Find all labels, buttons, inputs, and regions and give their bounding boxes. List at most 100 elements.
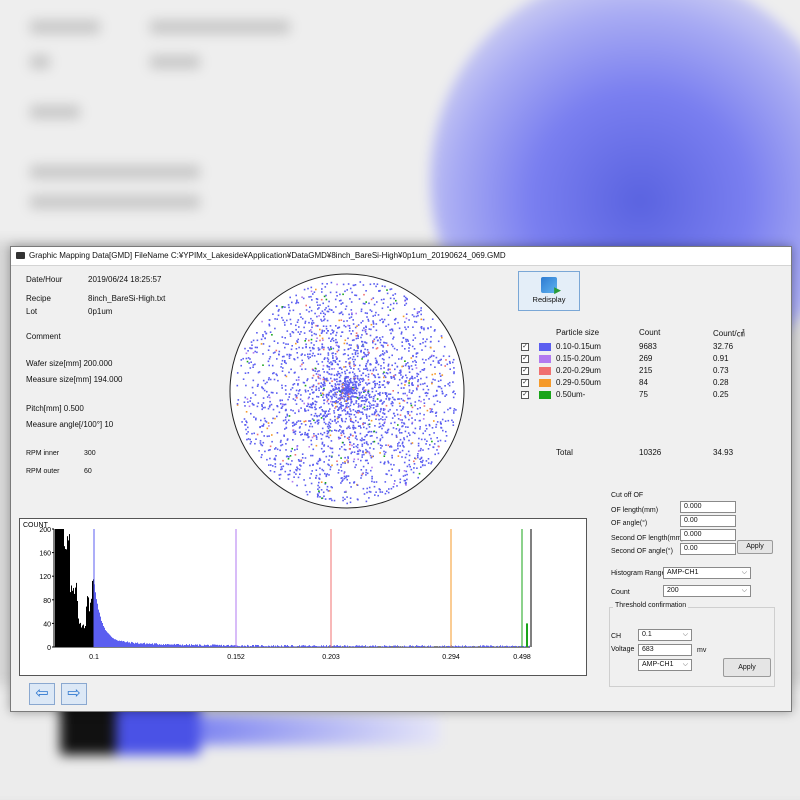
redisplay-button[interactable]: Redisplay — [518, 271, 580, 311]
histogram-bar — [447, 646, 448, 647]
histogram-bar — [414, 646, 415, 647]
histogram-bar — [76, 582, 77, 647]
row-3-count: 215 — [639, 366, 653, 375]
row-3-checkbox[interactable]: ✓ — [521, 367, 529, 375]
histogram-bar — [63, 529, 64, 647]
histogram-bar — [324, 646, 325, 647]
histogram-bar — [67, 536, 68, 647]
histogram-bar — [477, 646, 478, 647]
histogram-bar — [467, 646, 468, 647]
histogram-bar — [273, 645, 274, 647]
histogram-bar — [420, 646, 421, 647]
histogram-bar — [92, 580, 93, 647]
histogram-bar — [177, 644, 178, 647]
histogram-bar — [115, 639, 116, 647]
histogram-bar — [459, 646, 460, 647]
voltage-input[interactable]: 683 — [638, 644, 692, 656]
histogram-bar — [334, 645, 335, 647]
histogram-bar — [490, 645, 491, 647]
window-title: Graphic Mapping Data[GMD] FileName C:¥YP… — [29, 251, 506, 260]
of-angle-input[interactable]: 0.00 — [680, 515, 736, 527]
histogram-bar — [405, 646, 406, 647]
histogram-bar — [471, 646, 472, 647]
histogram-bar — [261, 645, 262, 647]
histogram-bar — [89, 611, 90, 647]
histogram-bar — [240, 646, 241, 647]
histogram-bar — [81, 627, 82, 647]
cutoff-apply-button[interactable]: Apply — [737, 540, 773, 554]
forward-button[interactable]: ⇨ — [61, 683, 87, 705]
histogram-bar — [192, 645, 193, 647]
histogram-bar — [176, 644, 177, 647]
histogram-bar — [504, 646, 505, 647]
ch-select[interactable]: 0.1 ⌵ — [638, 629, 692, 641]
histogram-bar — [356, 645, 357, 647]
histogram-chart: COUNT200160120804000.1 0.152 0.203 0.294 0.4… — [23, 522, 532, 661]
row-5-checkbox[interactable]: ✓ — [521, 391, 529, 399]
histogram-bar — [255, 644, 256, 647]
histogram-bar — [318, 646, 319, 647]
histogram-bar — [266, 646, 267, 647]
rpm-inner-value: 300 — [84, 450, 96, 457]
histogram-bar — [233, 645, 234, 647]
histogram-bar — [146, 643, 147, 647]
wafer-map[interactable] — [223, 273, 471, 509]
threshold-apply-button[interactable]: Apply — [723, 658, 771, 677]
histogram-bar — [449, 646, 450, 647]
row-4-checkbox[interactable]: ✓ — [521, 379, 529, 387]
histogram-bar — [110, 635, 111, 647]
histogram-bar — [143, 643, 144, 647]
histogram-bar — [326, 645, 327, 647]
second-of-length-input[interactable]: 0.000 — [680, 529, 736, 541]
of-length-input[interactable]: 0.000 — [680, 501, 736, 513]
histogram-bar — [338, 646, 339, 647]
row-2-checkbox[interactable]: ✓ — [521, 355, 529, 363]
histogram-bar — [466, 646, 467, 647]
histogram-bar — [95, 592, 96, 647]
histogram-bar — [152, 643, 153, 647]
histogram-bar — [59, 529, 60, 647]
histogram-bar — [182, 644, 183, 647]
histogram-bar — [327, 646, 328, 647]
histogram-bar — [278, 645, 279, 647]
histogram-bar — [291, 645, 292, 647]
of-angle-label: OF angle(°) — [611, 520, 648, 527]
lot-value: 0p1um — [88, 307, 113, 316]
recipe-value: 8inch_BareSi-High.txt — [88, 294, 166, 303]
second-of-angle-label: Second OF angle(°) — [611, 548, 673, 555]
histogram-bar — [191, 644, 192, 647]
density-header: Count/㎠ — [713, 329, 745, 338]
histogram-bar — [197, 644, 198, 647]
histogram-bar — [424, 645, 425, 647]
threshold-channel-select[interactable]: AMP-CH1 ⌵ — [638, 659, 692, 671]
histogram-bar — [267, 646, 268, 647]
histogram-bar — [106, 631, 107, 647]
count-select[interactable]: 200 ⌵ — [663, 585, 751, 597]
histogram-bar — [299, 645, 300, 647]
histogram-bar — [231, 644, 232, 647]
histogram-bar — [293, 646, 294, 647]
histogram-bar — [333, 645, 334, 647]
histogram-range-select[interactable]: AMP-CH1 ⌵ — [663, 567, 751, 579]
histogram-bar — [302, 645, 303, 647]
histogram-bar — [58, 529, 59, 647]
row-1-checkbox[interactable]: ✓ — [521, 343, 529, 351]
histogram-bar — [178, 644, 179, 647]
second-of-angle-input[interactable]: 0.00 — [680, 543, 736, 555]
back-button[interactable]: ⇦ — [29, 683, 55, 705]
histogram-bar — [456, 646, 457, 647]
histogram-bar — [346, 646, 347, 647]
histogram-bar — [127, 641, 128, 647]
histogram-bar — [416, 645, 417, 647]
histogram-bar — [264, 646, 265, 647]
histogram-bar — [523, 646, 524, 647]
histogram-bar — [97, 603, 98, 647]
histogram-bar — [142, 643, 143, 647]
histogram-bar — [480, 645, 481, 647]
row-4-count: 84 — [639, 378, 648, 387]
histogram-bar — [100, 616, 101, 647]
histogram-bar — [440, 646, 441, 647]
histogram-bar — [413, 646, 414, 647]
histogram-bar — [87, 596, 88, 647]
histogram-bar — [399, 646, 400, 647]
